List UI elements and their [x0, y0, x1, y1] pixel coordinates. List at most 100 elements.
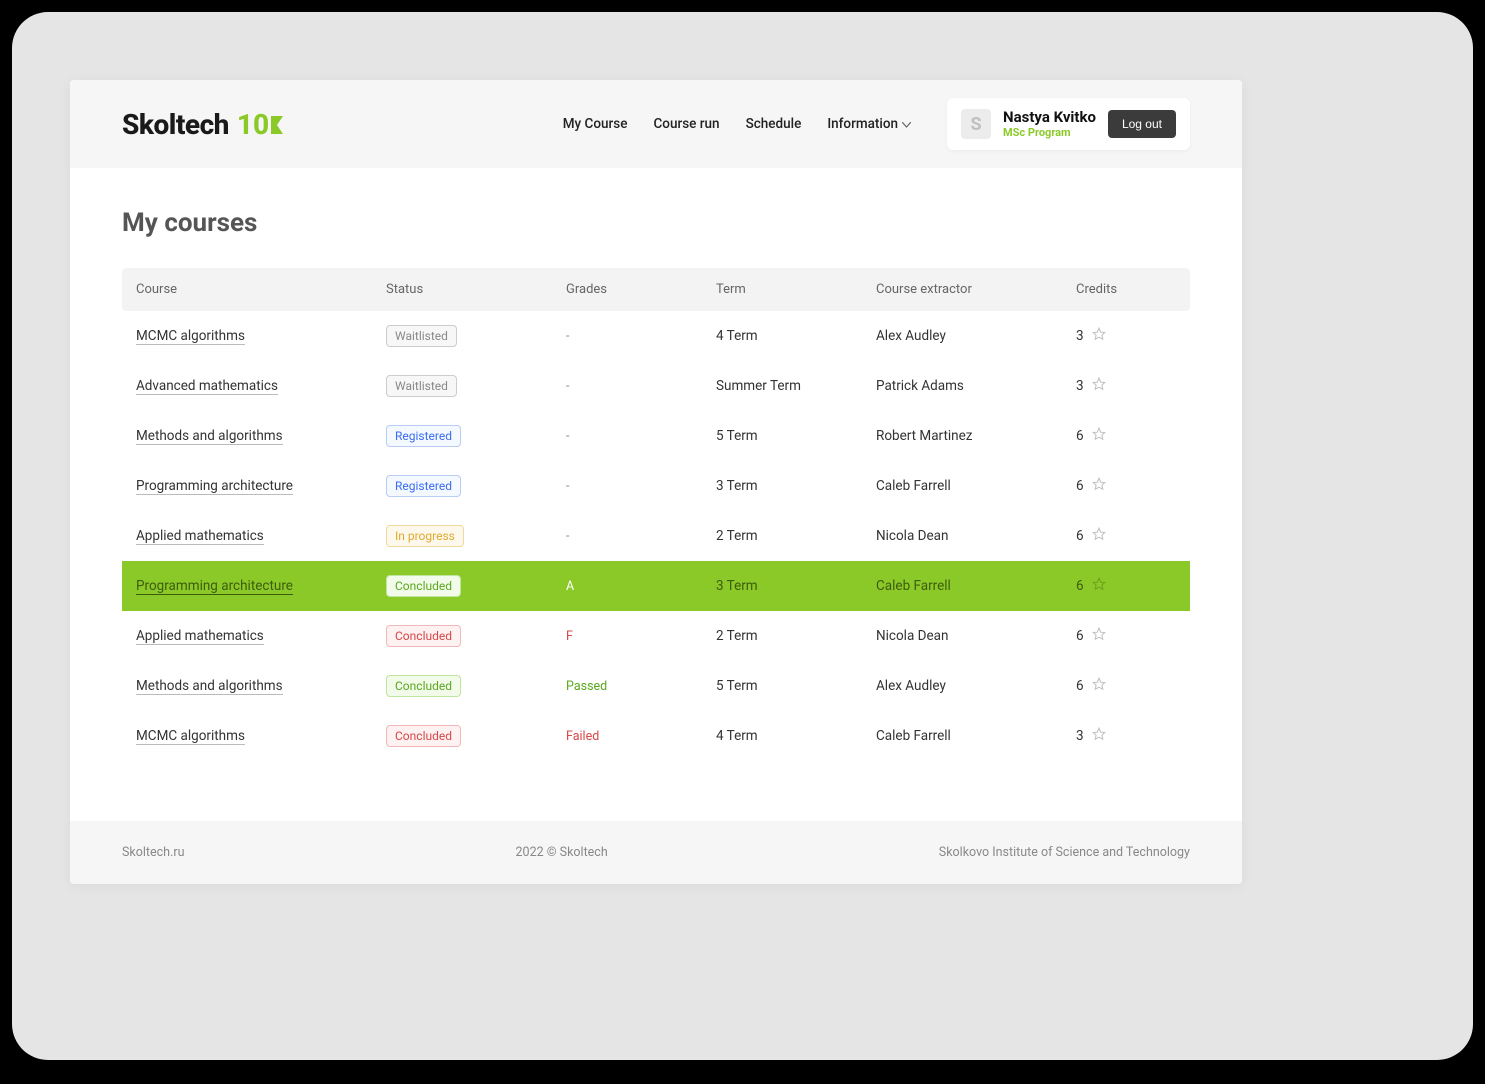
table-row[interactable]: Programming architectureRegistered-3 Ter…	[122, 461, 1190, 511]
user-card: S Nastya Kvitko MSc Program Log out	[947, 98, 1190, 149]
user-info: Nastya Kvitko MSc Program	[1003, 108, 1096, 139]
course-link[interactable]: MCMC algorithms	[136, 328, 245, 345]
credits-value: 6	[1076, 528, 1084, 544]
term-value: 3 Term	[716, 578, 876, 594]
table-row[interactable]: Programming architectureConcludedA3 Term…	[122, 561, 1190, 611]
courses-table: CourseStatusGradesTermCourse extractorCr…	[122, 268, 1190, 761]
table-row[interactable]: Methods and algorithms Registered -5 TermR…	[122, 411, 1190, 461]
table-body: MCMC algorithmsWaitlisted-4 TermAlex Aud…	[122, 311, 1190, 761]
grade-value: -	[566, 429, 716, 444]
column-header[interactable]: Credits	[1076, 282, 1196, 297]
course-link[interactable]: Programming architecture	[136, 578, 293, 595]
table-row[interactable]: Applied mathematics In progress -2 TermNic…	[122, 511, 1190, 561]
extractor-value: Nicola Dean	[876, 528, 1076, 544]
term-value: 4 Term	[716, 728, 876, 744]
course-link[interactable]: Methods and algorithms	[136, 678, 283, 695]
logo[interactable]: Skoltech 10	[122, 108, 285, 141]
term-value: 4 Term	[716, 328, 876, 344]
star-icon[interactable]	[1092, 727, 1106, 745]
logout-button[interactable]: Log out	[1108, 110, 1176, 138]
course-link[interactable]: Programming architecture	[136, 478, 293, 495]
extractor-value: Nicola Dean	[876, 628, 1076, 644]
footer-left[interactable]: Skoltech.ru	[122, 845, 185, 860]
table-row[interactable]: MCMC algorithmsWaitlisted-4 TermAlex Aud…	[122, 311, 1190, 361]
page-container: Skoltech 10 My Course Course run Schedule I…	[70, 80, 1242, 884]
term-value: 5 Term	[716, 678, 876, 694]
credits-value: 3	[1076, 328, 1084, 344]
course-link[interactable]: Applied mathematics	[136, 628, 264, 645]
grade-value: Passed	[566, 679, 716, 694]
credits-cell: 3	[1076, 327, 1196, 345]
extractor-value: Alex Audley	[876, 678, 1076, 694]
status-badge: In progress	[386, 525, 464, 547]
column-header[interactable]: Course extractor	[876, 282, 1076, 297]
extractor-value: Caleb Farrell	[876, 478, 1076, 494]
credits-cell: 6	[1076, 477, 1196, 495]
star-icon[interactable]	[1092, 377, 1106, 395]
course-link[interactable]: MCMC algorithms	[136, 728, 245, 745]
extractor-value: Robert Martinez	[876, 428, 1076, 444]
grade-value: -	[566, 329, 716, 344]
credits-cell: 3	[1076, 377, 1196, 395]
credits-cell: 6	[1076, 527, 1196, 545]
logo-number: 10	[237, 108, 285, 141]
star-icon[interactable]	[1092, 327, 1106, 345]
star-icon[interactable]	[1092, 627, 1106, 645]
status-badge: Concluded	[386, 675, 461, 697]
grade-value: -	[566, 379, 716, 394]
term-value: 5 Term	[716, 428, 876, 444]
star-icon[interactable]	[1092, 477, 1106, 495]
credits-value: 6	[1076, 628, 1084, 644]
column-header[interactable]: Grades	[566, 282, 716, 297]
star-icon[interactable]	[1092, 427, 1106, 445]
term-value: 2 Term	[716, 528, 876, 544]
logo-text: Skoltech	[122, 108, 229, 141]
credits-value: 3	[1076, 378, 1084, 394]
nav-item-my-course[interactable]: My Course	[563, 116, 628, 132]
star-icon[interactable]	[1092, 577, 1106, 595]
user-name: Nastya Kvitko	[1003, 108, 1096, 126]
credits-value: 6	[1076, 578, 1084, 594]
grade-value: -	[566, 529, 716, 544]
course-link[interactable]: Applied mathematics	[136, 528, 264, 545]
credits-cell: 6	[1076, 427, 1196, 445]
course-link[interactable]: Advanced mathematics	[136, 378, 278, 395]
status-badge: Registered	[386, 425, 461, 447]
status-badge: Concluded	[386, 575, 461, 597]
status-badge: Waitlisted	[386, 375, 457, 397]
column-header[interactable]: Term	[716, 282, 876, 297]
nav-item-schedule[interactable]: Schedule	[746, 116, 802, 132]
course-link[interactable]: Methods and algorithms	[136, 428, 283, 445]
table-row[interactable]: MCMC algorithmsConcludedFailed4 TermCale…	[122, 711, 1190, 761]
star-icon[interactable]	[1092, 677, 1106, 695]
term-value: Summer Term	[716, 378, 876, 394]
nav: My Course Course run Schedule Information	[563, 116, 911, 132]
header: Skoltech 10 My Course Course run Schedule I…	[70, 80, 1242, 168]
outer-frame: Skoltech 10 My Course Course run Schedule I…	[12, 12, 1473, 1060]
term-value: 2 Term	[716, 628, 876, 644]
star-icon[interactable]	[1092, 527, 1106, 545]
credits-cell: 6	[1076, 627, 1196, 645]
table-row[interactable]: Applied mathematicsConcludedF2 TermNicol…	[122, 611, 1190, 661]
nav-item-information[interactable]: Information	[827, 116, 911, 132]
logo-flag-icon	[271, 108, 285, 141]
footer: Skoltech.ru 2022 © Skoltech Skolkovo Ins…	[70, 821, 1242, 884]
column-header[interactable]: Status	[386, 282, 566, 297]
credits-value: 6	[1076, 678, 1084, 694]
extractor-value: Caleb Farrell	[876, 728, 1076, 744]
credits-cell: 6	[1076, 677, 1196, 695]
avatar[interactable]: S	[961, 109, 991, 139]
status-badge: Registered	[386, 475, 461, 497]
nav-item-course-run[interactable]: Course run	[653, 116, 719, 132]
footer-center: 2022 © Skoltech	[516, 845, 608, 860]
table-row[interactable]: Advanced mathematics Waitlisted -Summer Te…	[122, 361, 1190, 411]
credits-value: 3	[1076, 728, 1084, 744]
credits-cell: 3	[1076, 727, 1196, 745]
grade-value: Failed	[566, 729, 716, 744]
term-value: 3 Term	[716, 478, 876, 494]
grade-value: F	[566, 629, 716, 644]
chevron-down-icon	[902, 116, 911, 132]
table-row[interactable]: Methods and algorithms Concluded Passed5 T…	[122, 661, 1190, 711]
column-header[interactable]: Course	[136, 282, 386, 297]
footer-right: Skolkovo Institute of Science and Techno…	[939, 845, 1190, 860]
